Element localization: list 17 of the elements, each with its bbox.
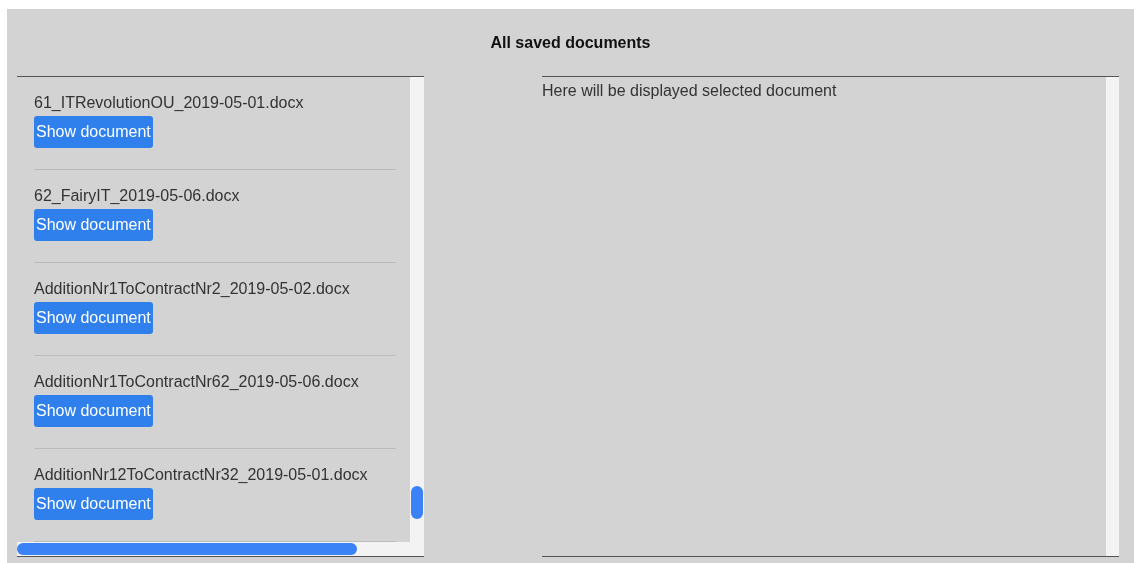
document-filename: AdditionNr1ToContractNr62_2019-05-06.docx	[34, 372, 360, 392]
viewer-placeholder-text: Here will be displayed selected document	[542, 81, 838, 101]
show-document-button[interactable]: Show document	[34, 116, 153, 148]
document-filename: 62_FairyIT_2019-05-06.docx	[34, 186, 241, 206]
document-filename: AdditionNr1ToContractNr2_2019-05-02.docx	[34, 279, 351, 299]
vertical-scrollbar[interactable]	[410, 77, 424, 543]
show-document-button[interactable]: Show document	[34, 209, 153, 241]
page-title: All saved documents	[490, 33, 651, 53]
horizontal-scrollbar[interactable]	[17, 542, 424, 556]
show-document-button[interactable]: Show document	[34, 395, 153, 427]
document-filename: 61_ITRevolutionOU_2019-05-01.docx	[34, 93, 305, 113]
scrollbar-thumb[interactable]	[411, 486, 423, 519]
show-document-button[interactable]: Show document	[34, 488, 153, 520]
vertical-scrollbar[interactable]	[1106, 77, 1119, 556]
show-document-button[interactable]: Show document	[34, 302, 153, 334]
document-filename: AdditionNr12ToContractNr32_2019-05-01.docx	[34, 465, 369, 485]
scrollbar-thumb[interactable]	[17, 543, 357, 555]
